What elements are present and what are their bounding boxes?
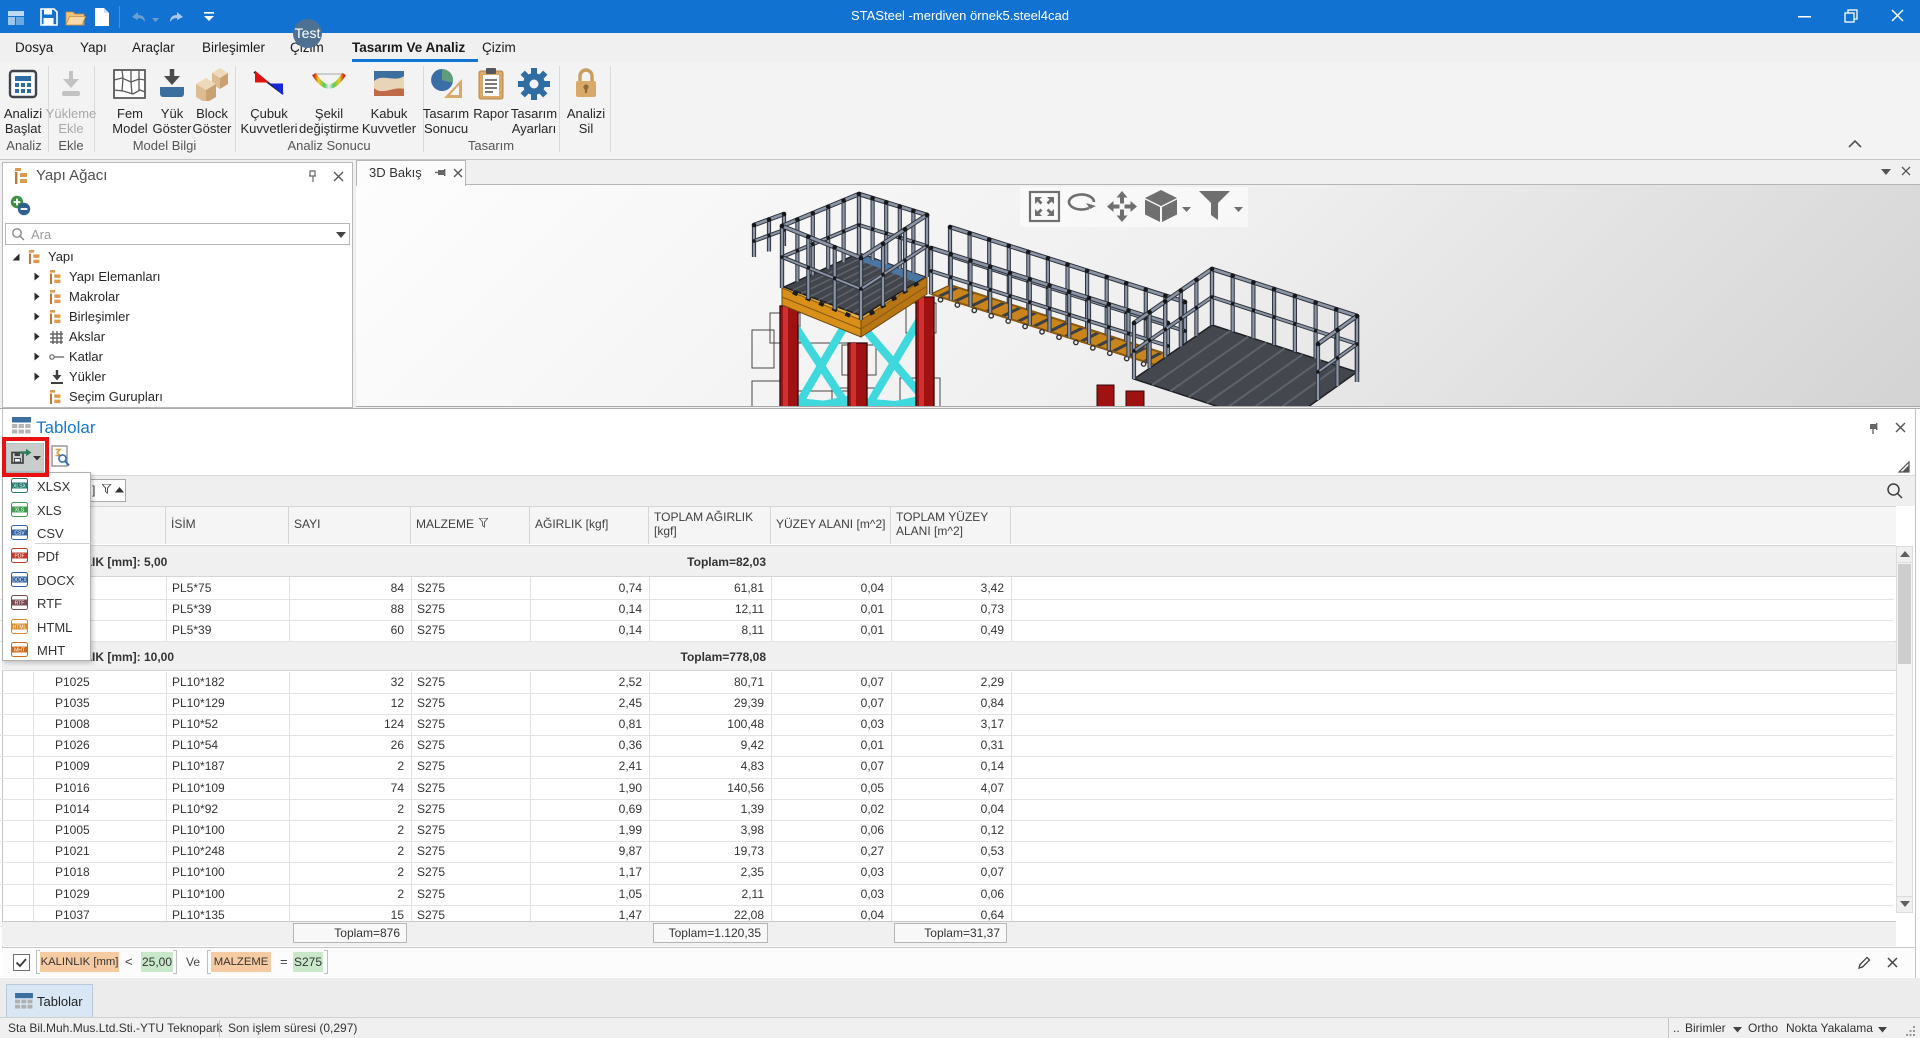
svg-text:XLSX: XLSX xyxy=(13,484,26,490)
svg-text:MHT: MHT xyxy=(14,648,25,654)
svg-text:DOCX: DOCX xyxy=(12,577,27,583)
svg-text:CSV: CSV xyxy=(14,531,25,537)
svg-text:PDF: PDF xyxy=(15,554,25,560)
svg-text:RTF: RTF xyxy=(15,601,25,607)
svg-text:XLS: XLS xyxy=(15,507,25,513)
svg-text:HTML: HTML xyxy=(13,624,27,630)
